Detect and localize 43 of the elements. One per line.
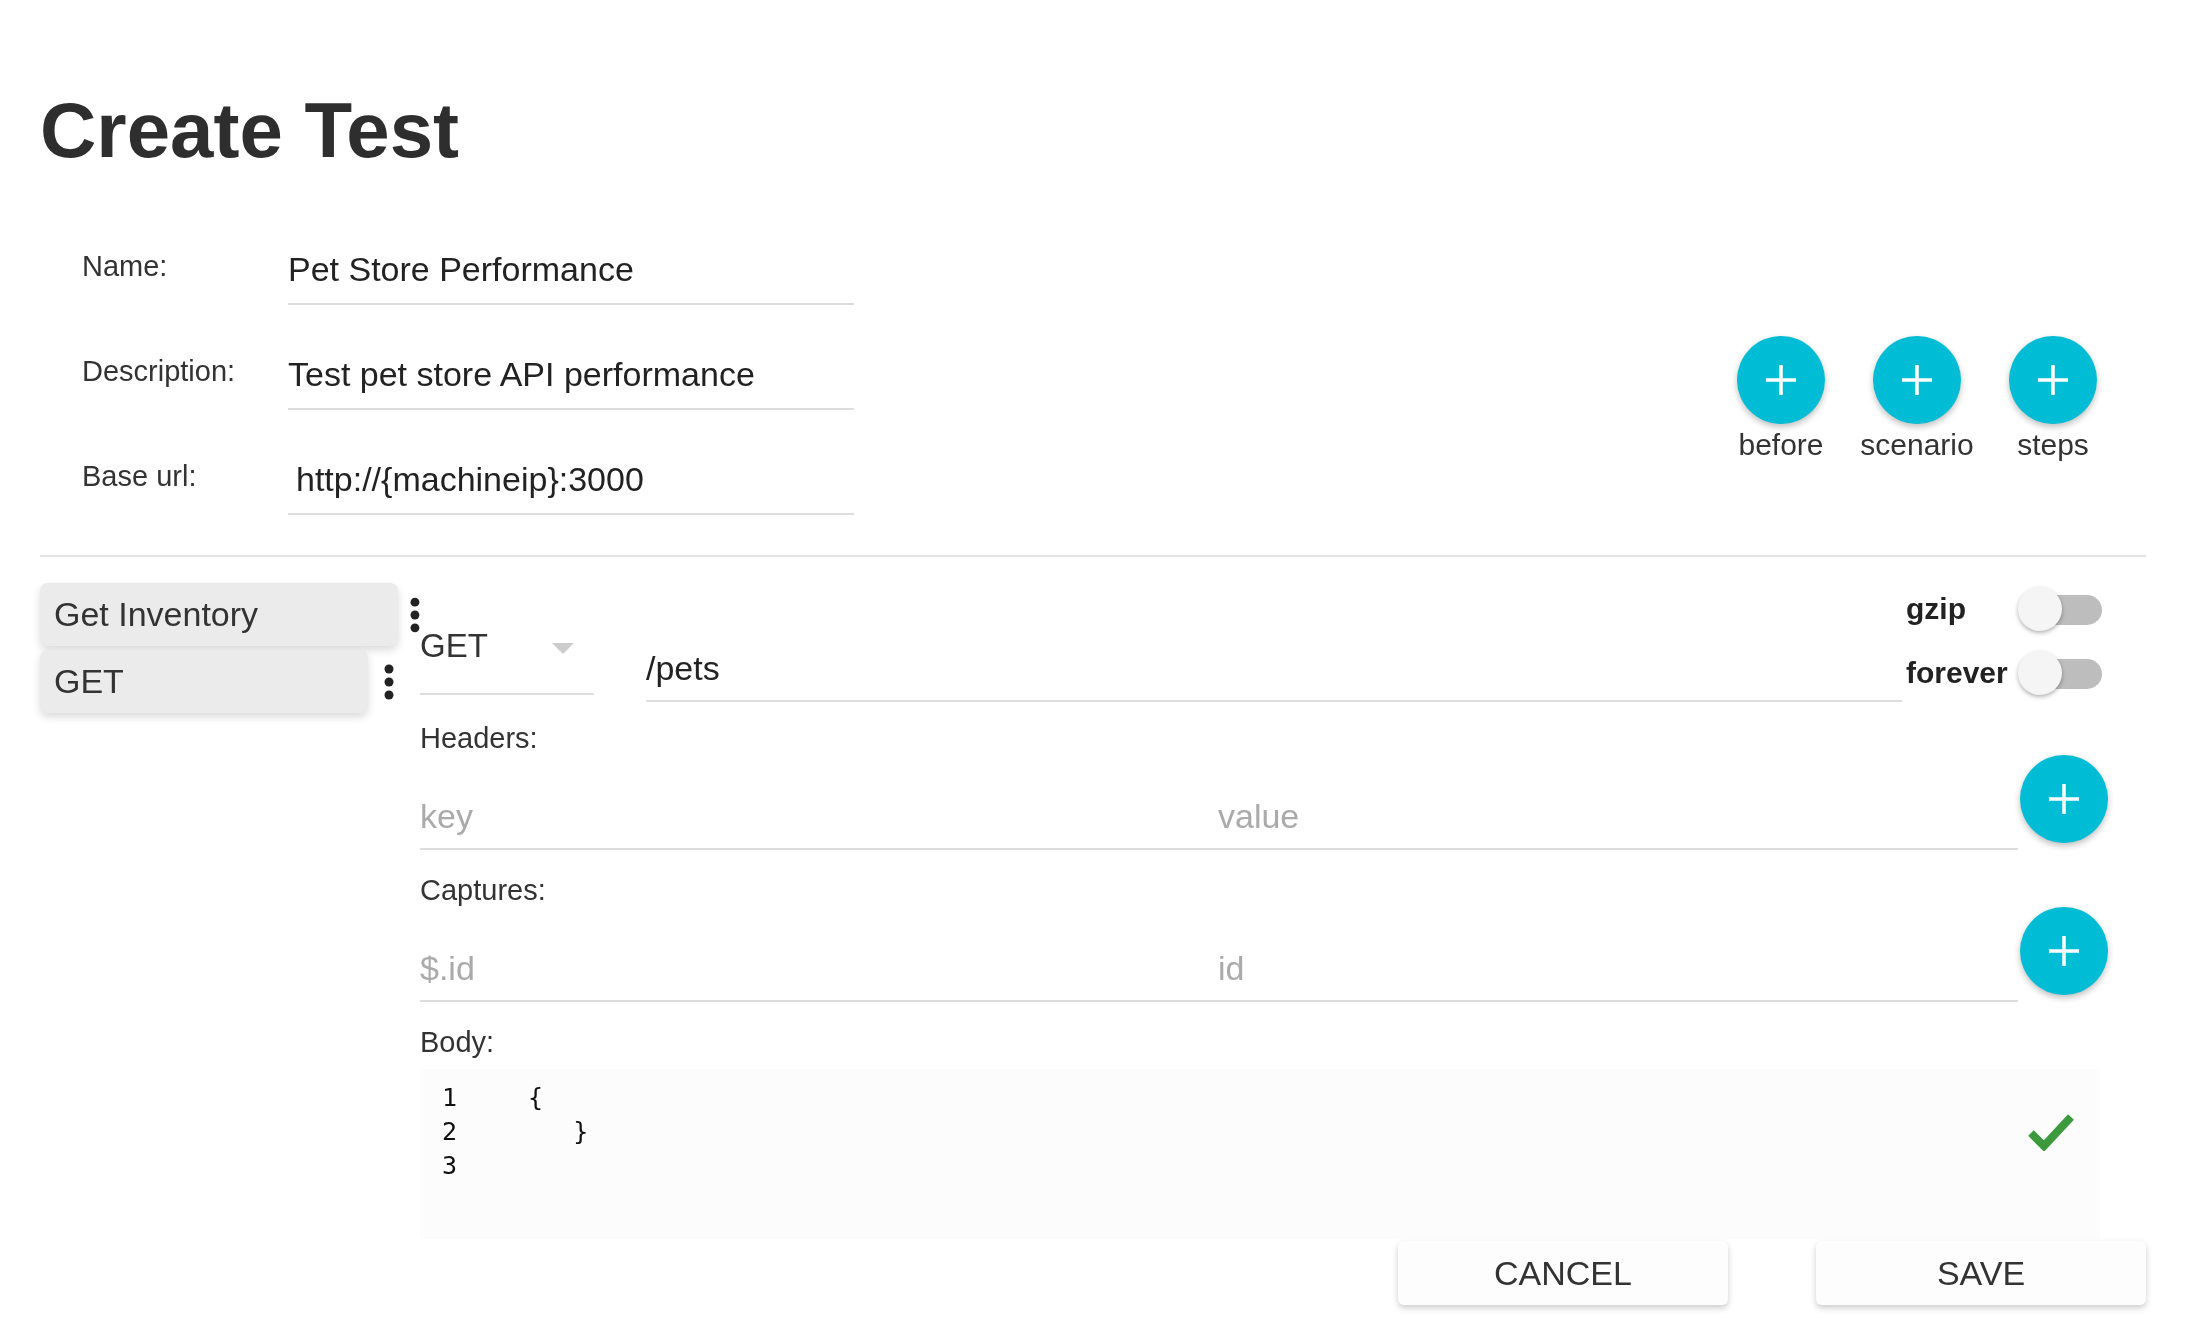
value-field[interactable]: value (1218, 767, 2018, 850)
line-number: 1 (442, 1083, 459, 1114)
toggle-switch[interactable] (2018, 649, 2102, 697)
section-label: Headers: (420, 722, 539, 755)
button-label: scenario (1860, 428, 1974, 462)
button-label: before (1738, 428, 1824, 462)
cancel-button[interactable]: CANCEL (1398, 1241, 1728, 1305)
toggle-label: gzip (1906, 592, 1966, 626)
input-field[interactable]: Test pet store API performance (288, 349, 854, 410)
caret-icon (552, 643, 574, 655)
value-field[interactable]: id (1218, 919, 2018, 1002)
more-icon[interactable] (410, 596, 420, 633)
line-number: 3 (442, 1151, 459, 1182)
key-field[interactable]: key (420, 767, 1218, 850)
input-field[interactable]: Pet Store Performance (288, 244, 854, 305)
add-button[interactable] (1873, 336, 1961, 424)
line-number: 2 (442, 1117, 459, 1148)
toggle-switch[interactable] (2018, 585, 2102, 633)
more-icon[interactable] (384, 663, 394, 700)
button-label: steps (2017, 428, 2089, 462)
add-button[interactable] (2020, 754, 2108, 843)
plus-icon (2035, 362, 2071, 398)
section-label: Captures: (420, 874, 547, 907)
plus-icon (1763, 362, 1799, 398)
add-button[interactable] (2020, 906, 2108, 995)
save-button[interactable]: SAVE (1816, 1241, 2146, 1305)
plus-icon (1899, 362, 1935, 398)
code-line: } (572, 1117, 589, 1148)
path-field[interactable]: /pets (646, 649, 1902, 702)
toggle-label: forever (1906, 656, 2008, 690)
section-label: Body: (420, 1026, 496, 1059)
sidebar-item[interactable]: Get Inventory (40, 583, 399, 646)
field-label: Base url: (82, 460, 198, 494)
page-title: Create Test (40, 85, 461, 176)
code-line: { (528, 1083, 544, 1114)
sidebar-item[interactable]: GET (40, 650, 368, 713)
input-field[interactable]: http://{machineip}:3000 (288, 454, 854, 515)
add-button[interactable] (2009, 336, 2097, 424)
field-label: Name: (82, 250, 169, 284)
key-field[interactable]: $.id (420, 919, 1218, 1002)
method-select[interactable]: GET (420, 627, 594, 695)
add-button[interactable] (1737, 336, 1825, 424)
field-label: Description: (82, 355, 237, 389)
